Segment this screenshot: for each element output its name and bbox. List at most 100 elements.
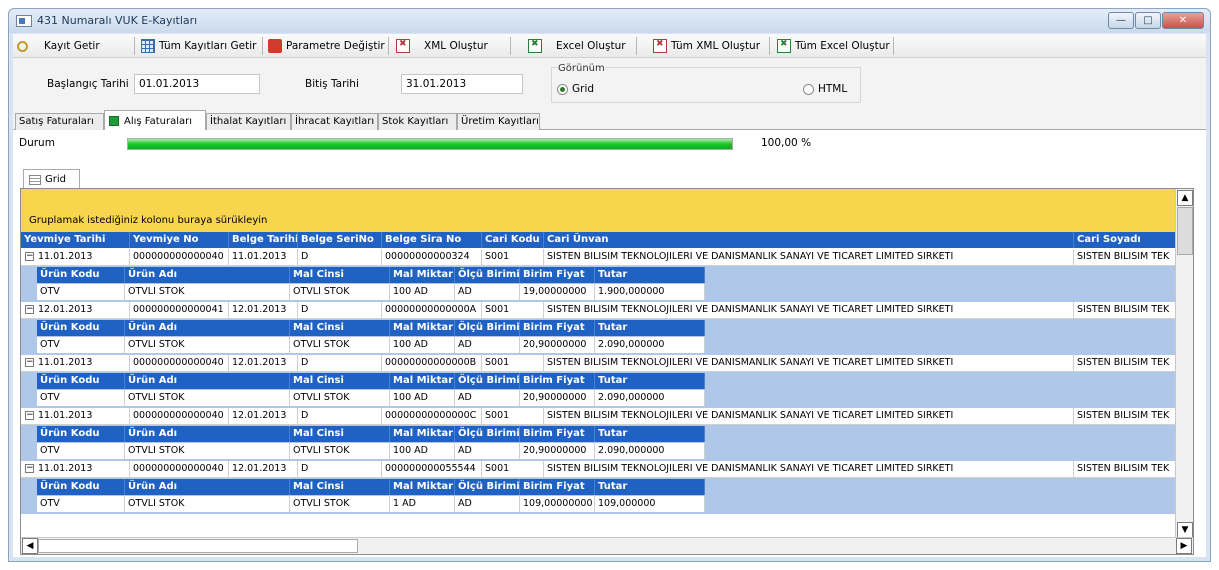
html-radio[interactable]: HTML [803, 83, 847, 95]
table-row[interactable]: 11.01.2013 000000000000040 12.01.2013 D 0000… [21, 408, 1176, 425]
grid-radio[interactable]: Grid [557, 83, 594, 95]
detail-column-header[interactable]: Mal Cinsi [290, 320, 390, 336]
detail-column-header[interactable]: Ürün Kodu [37, 426, 125, 442]
detail-column-header[interactable]: Mal Miktar [390, 373, 455, 389]
table-row[interactable]: 12.01.2013 000000000000041 12.01.2013 D 0000… [21, 302, 1176, 319]
detail-row[interactable]: OTV OTVLI STOK OTVLI STOK 100 AD AD 20,900000… [37, 337, 705, 353]
detail-column-header[interactable]: Mal Cinsi [290, 373, 390, 389]
column-header[interactable]: Yevmiye Tarihi [21, 232, 130, 248]
vertical-scrollbar[interactable]: ▲ ▼ [1175, 189, 1193, 539]
collapse-icon[interactable]: − [25, 358, 34, 367]
table-row[interactable]: 11.01.2013 000000000000040 11.01.2013 D 0000… [21, 249, 1176, 266]
column-header[interactable]: Yevmiye No [130, 232, 229, 248]
detail-row[interactable]: OTV OTVLI STOK OTVLI STOK 100 AD AD 20,900000… [37, 443, 705, 459]
tab-grid[interactable]: Grid [23, 169, 80, 189]
detail-cell: OTVLI STOK [125, 443, 290, 459]
tab-satis-faturalari[interactable]: Satış Faturaları [15, 113, 104, 130]
detail-column-header[interactable]: Ölçü Birimi [455, 373, 520, 389]
column-header[interactable]: Belge SeriNo [298, 232, 382, 248]
detail-row[interactable]: OTV OTVLI STOK OTVLI STOK 100 AD AD 19,000000… [37, 284, 705, 300]
detail-column-header[interactable]: Ürün Kodu [37, 267, 125, 283]
detail-column-header[interactable]: Birim Fiyat [520, 320, 595, 336]
excel-olustur-button[interactable]: Excel Oluştur [528, 37, 626, 55]
detail-column-header[interactable]: Ölçü Birimi [455, 479, 520, 495]
detail-column-header[interactable]: Ürün Kodu [37, 373, 125, 389]
minimize-button[interactable]: — [1108, 12, 1134, 29]
detail-column-header[interactable]: Ürün Adı [125, 373, 290, 389]
table-row[interactable]: 11.01.2013 000000000000040 12.01.2013 D 0000… [21, 355, 1176, 372]
xml-icon [396, 39, 410, 53]
detail-column-header[interactable]: Mal Miktar [390, 267, 455, 283]
collapse-icon[interactable]: − [25, 411, 34, 420]
column-header[interactable]: Belge Sira No [382, 232, 482, 248]
close-button[interactable]: ✕ [1162, 12, 1204, 29]
detail-column-header[interactable]: Ürün Adı [125, 320, 290, 336]
detail-row[interactable]: OTV OTVLI STOK OTVLI STOK 100 AD AD 20,900000… [37, 390, 705, 406]
detail-column-header[interactable]: Ölçü Birimi [455, 320, 520, 336]
detail-column-header[interactable]: Ürün Kodu [37, 320, 125, 336]
toolbar-separator [388, 37, 389, 55]
end-date-label: Bitiş Tarihi [305, 78, 359, 90]
tab-ithalat-kayitlari[interactable]: İthalat Kayıtları [206, 113, 291, 130]
detail-column-header[interactable]: Mal Miktar [390, 320, 455, 336]
detail-column-header[interactable]: Birim Fiyat [520, 479, 595, 495]
tab-ihracat-kayitlari[interactable]: İhracat Kayıtları [291, 113, 378, 130]
scroll-left-icon[interactable]: ◀ [22, 538, 38, 554]
detail-column-header[interactable]: Tutar [595, 426, 705, 442]
detail-column-header[interactable]: Ürün Adı [125, 426, 290, 442]
detail-column-header[interactable]: Birim Fiyat [520, 373, 595, 389]
detail-column-header[interactable]: Ürün Adı [125, 479, 290, 495]
collapse-icon[interactable]: − [25, 305, 34, 314]
tum-xml-olustur-button[interactable]: Tüm XML Oluştur [653, 37, 760, 55]
status-label: Durum [19, 137, 55, 149]
column-header[interactable]: Belge Tarihi [229, 232, 298, 248]
scroll-thumb[interactable] [1177, 207, 1193, 255]
detail-column-header[interactable]: Tutar [595, 373, 705, 389]
detail-column-header[interactable]: Tutar [595, 267, 705, 283]
detail-column-header[interactable]: Ölçü Birimi [455, 267, 520, 283]
xml-olustur-button[interactable]: XML Oluştur [396, 37, 488, 55]
start-date-field[interactable]: 01.01.2013 [134, 74, 260, 94]
detail-column-header[interactable]: Ölçü Birimi [455, 426, 520, 442]
kayit-getir-button[interactable]: Kayıt Getir [17, 37, 100, 55]
tum-kayitlari-getir-button[interactable]: Tüm Kayıtları Getir [141, 37, 256, 55]
detail-column-header[interactable]: Ürün Kodu [37, 479, 125, 495]
table-cell: 11.01.2013 [21, 355, 130, 371]
tum-excel-olustur-button[interactable]: Tüm Excel Oluştur [777, 37, 890, 55]
column-header[interactable]: Cari Soyadı [1074, 232, 1176, 248]
table-row[interactable]: 11.01.2013 000000000000040 12.01.2013 D 0000… [21, 461, 1176, 478]
detail-header-row: Ürün Kodu Ürün Adı Mal Cinsi Mal Miktar Ölçü… [37, 320, 705, 336]
collapse-icon[interactable]: − [25, 252, 34, 261]
scroll-thumb[interactable] [38, 539, 358, 553]
detail-row[interactable]: OTV OTVLI STOK OTVLI STOK 1 AD AD 109,0000000… [37, 496, 705, 512]
detail-column-header[interactable]: Mal Miktar [390, 479, 455, 495]
detail-column-header[interactable]: Tutar [595, 320, 705, 336]
column-header[interactable]: Cari Ünvan [544, 232, 1074, 248]
radio-icon [803, 83, 814, 95]
detail-header-row: Ürün Kodu Ürün Adı Mal Cinsi Mal Miktar Ölçü… [37, 479, 705, 495]
detail-column-header[interactable]: Mal Cinsi [290, 267, 390, 283]
tab-uretim-kayitlari[interactable]: Üretim Kayıtları [457, 113, 540, 130]
horizontal-scrollbar[interactable]: ◀ ▶ [21, 537, 1193, 554]
collapse-icon[interactable]: − [25, 464, 34, 473]
detail-cell: 100 AD [390, 337, 455, 353]
end-date-field[interactable]: 31.01.2013 [401, 74, 523, 94]
group-by-panel[interactable]: Gruplamak istediğiniz kolonu buraya sürü… [21, 189, 1176, 232]
detail-column-header[interactable]: Mal Cinsi [290, 426, 390, 442]
table-cell: 000000000000040 [130, 249, 229, 265]
tab-stok-kayitlari[interactable]: Stok Kayıtları [378, 113, 457, 130]
column-header[interactable]: Cari Kodu [482, 232, 544, 248]
detail-column-header[interactable]: Tutar [595, 479, 705, 495]
detail-column-header[interactable]: Mal Miktar [390, 426, 455, 442]
tab-alis-faturalari[interactable]: Alış Faturaları [104, 110, 206, 131]
detail-column-header[interactable]: Ürün Adı [125, 267, 290, 283]
maximize-button[interactable]: □ [1135, 12, 1161, 29]
table-cell: SISTEN BILISIM TEKNOLOJILERI VE DANISMAN… [544, 408, 1074, 424]
scroll-right-icon[interactable]: ▶ [1176, 538, 1192, 554]
parametre-degistir-button[interactable]: Parametre Değiştir [268, 37, 385, 55]
scroll-down-icon[interactable]: ▼ [1177, 522, 1193, 538]
detail-column-header[interactable]: Birim Fiyat [520, 267, 595, 283]
detail-column-header[interactable]: Mal Cinsi [290, 479, 390, 495]
detail-column-header[interactable]: Birim Fiyat [520, 426, 595, 442]
scroll-up-icon[interactable]: ▲ [1177, 190, 1193, 206]
